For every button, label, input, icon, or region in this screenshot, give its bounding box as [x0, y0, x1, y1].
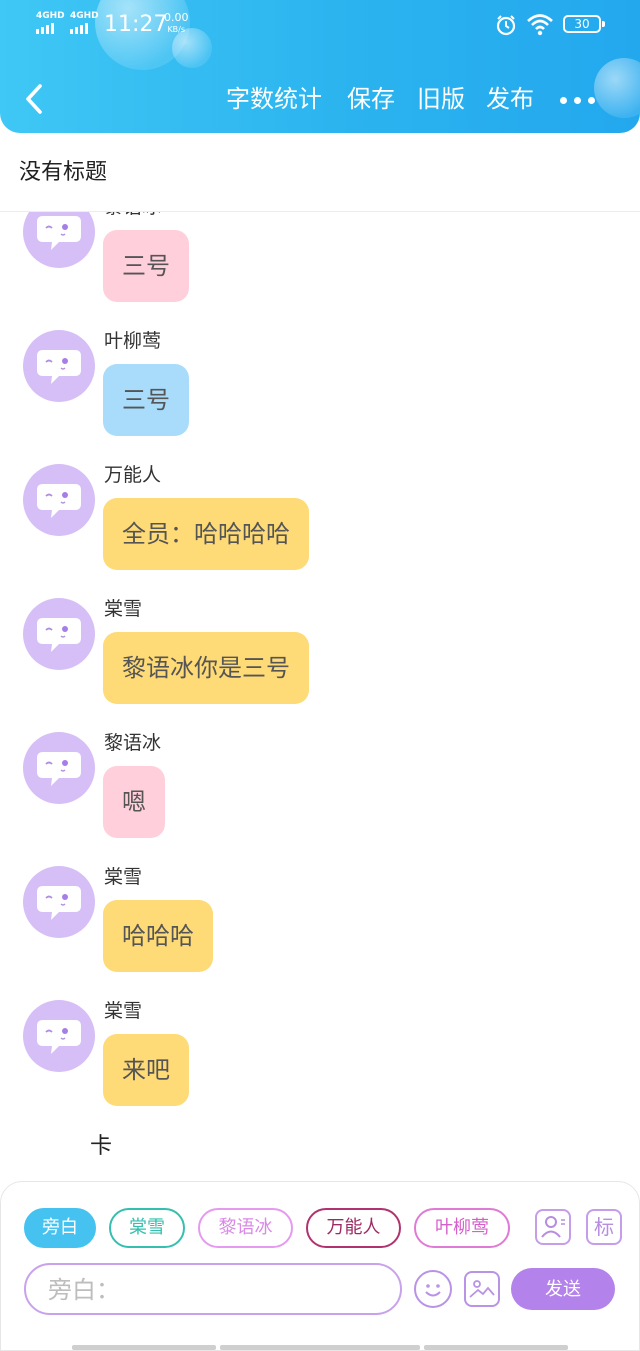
message-row[interactable]: 棠雪 哈哈哈 — [0, 866, 640, 996]
avatar[interactable] — [23, 1000, 95, 1072]
sender-name: 棠雪 — [104, 598, 143, 620]
chat-bubble-face-icon — [37, 1020, 81, 1054]
sender-name: 黎语冰 — [104, 212, 161, 220]
signal-bars-icon — [70, 23, 99, 34]
chat-bubble-face-icon — [37, 216, 81, 250]
message-row[interactable]: 棠雪 黎语冰你是三号 — [0, 598, 640, 728]
avatar[interactable] — [23, 598, 95, 670]
message-row[interactable]: 棠雪 来吧 — [0, 1000, 640, 1130]
signal-indicator: 4GHD — [36, 12, 65, 34]
message-row[interactable]: 黎语冰三号 — [0, 212, 640, 326]
message-input[interactable] — [48, 1273, 378, 1307]
document-title[interactable]: 没有标题 — [19, 158, 107, 188]
message-row[interactable]: 万能人全员：哈哈哈哈 — [0, 464, 640, 594]
title-bar[interactable]: 没有标题 — [0, 142, 640, 212]
composer-panel: 旁白棠雪黎语冰万能人叶柳莺 标 发送 — [0, 1181, 640, 1351]
message-bubble[interactable]: 三号 — [103, 230, 189, 302]
character-manage-button[interactable] — [535, 1209, 571, 1245]
clock: 11:27 — [104, 12, 168, 37]
signal-label: 4GHD — [70, 11, 99, 21]
message-bubble[interactable]: 嗯 — [103, 766, 165, 838]
more-menu-icon[interactable] — [560, 90, 600, 110]
status-bar: 4GHD 4GHD 11:27 0.00 KB/s 30 — [0, 0, 640, 50]
chat-bubble-face-icon — [37, 618, 81, 652]
chat-list[interactable]: 黎语冰三号叶柳莺三号万能人全员：哈哈哈哈棠雪黎语冰你是三号黎语冰嗯棠雪哈哈哈棠雪… — [0, 212, 640, 1180]
message-row[interactable]: 叶柳莺 三号 — [0, 330, 640, 460]
signal-indicator: 4GHD — [70, 12, 99, 34]
save-button[interactable]: 保存 — [347, 83, 395, 115]
network-speed: 0.00 KB/s — [164, 12, 189, 36]
image-icon — [469, 1280, 495, 1298]
gesture-bar — [0, 1345, 640, 1351]
message-bubble[interactable]: 三号 — [103, 364, 189, 436]
emoji-button[interactable] — [414, 1270, 452, 1308]
publish-button[interactable]: 发布 — [486, 83, 534, 115]
old-version-button[interactable]: 旧版 — [417, 83, 465, 115]
message-bubble[interactable]: 来吧 — [103, 1034, 189, 1106]
character-chip[interactable]: 叶柳莺 — [414, 1208, 510, 1248]
chat-bubble-face-icon — [37, 886, 81, 920]
character-chip[interactable]: 旁白 — [24, 1208, 96, 1248]
message-bubble[interactable]: 哈哈哈 — [103, 900, 213, 972]
chat-bubble-face-icon — [37, 752, 81, 786]
avatar[interactable] — [23, 866, 95, 938]
speed-value: 0.00 — [164, 11, 189, 24]
chat-bubble-face-icon — [37, 350, 81, 384]
avatar[interactable] — [23, 212, 95, 268]
avatar[interactable] — [23, 464, 95, 536]
avatar[interactable] — [23, 732, 95, 804]
sender-name: 叶柳莺 — [104, 330, 162, 352]
image-button[interactable] — [464, 1271, 500, 1307]
speed-unit: KB/s — [167, 25, 186, 34]
wifi-icon — [527, 14, 553, 36]
message-bubble[interactable]: 全员：哈哈哈哈 — [103, 498, 309, 570]
avatar[interactable] — [23, 330, 95, 402]
battery-indicator: 30 — [563, 15, 605, 33]
person-icon — [541, 1216, 565, 1238]
signal-bars-icon — [36, 23, 65, 34]
mark-button[interactable]: 标 — [586, 1209, 622, 1245]
character-chip[interactable]: 黎语冰 — [198, 1208, 293, 1248]
sender-name: 黎语冰 — [104, 732, 162, 754]
sender-name: 万能人 — [104, 464, 162, 486]
message-row[interactable]: 黎语冰嗯 — [0, 732, 640, 862]
character-chip[interactable]: 万能人 — [306, 1208, 401, 1248]
sender-name: 棠雪 — [104, 866, 143, 888]
chat-bubble-face-icon — [37, 484, 81, 518]
nav-bar: 字数统计 保存 旧版 发布 — [0, 70, 640, 128]
app-header: 4GHD 4GHD 11:27 0.00 KB/s 30 字数统计 保存 旧版 … — [0, 0, 640, 133]
character-chip[interactable]: 棠雪 — [109, 1208, 185, 1248]
alarm-icon — [496, 15, 516, 36]
word-count-button[interactable]: 字数统计 — [226, 83, 322, 115]
send-button[interactable]: 发送 — [511, 1268, 615, 1310]
back-arrow-icon[interactable] — [20, 82, 50, 116]
signal-label: 4GHD — [36, 11, 65, 21]
smiley-icon — [425, 1284, 441, 1297]
message-bubble[interactable]: 黎语冰你是三号 — [103, 632, 309, 704]
sender-name: 棠雪 — [104, 1000, 143, 1022]
draft-text: 卡 — [90, 1134, 113, 1159]
message-input-wrapper — [24, 1263, 402, 1315]
